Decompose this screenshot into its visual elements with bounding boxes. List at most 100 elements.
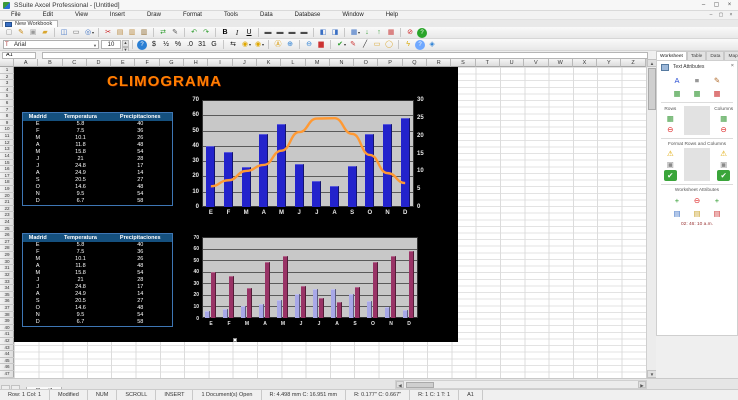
column-header-S[interactable]: S xyxy=(451,59,476,67)
row-header-47[interactable]: 47 xyxy=(0,371,14,378)
column-header-B[interactable]: B xyxy=(38,59,63,67)
row-header-34[interactable]: 34 xyxy=(0,285,14,292)
column-header-U[interactable]: U xyxy=(499,59,525,67)
column-header-T[interactable]: T xyxy=(475,59,500,67)
column-header-F[interactable]: F xyxy=(135,59,160,67)
column-header-M[interactable]: M xyxy=(305,59,330,67)
draw-rectangle-icon[interactable]: ▭ xyxy=(371,40,383,50)
column-header-L[interactable]: L xyxy=(281,59,306,67)
column-header-R[interactable]: R xyxy=(427,59,452,67)
side-tab-map[interactable]: Map xyxy=(724,51,738,60)
menu-window[interactable]: Window xyxy=(331,11,374,20)
row-header-14[interactable]: 14 xyxy=(0,153,14,160)
column-header-J[interactable]: J xyxy=(232,59,257,67)
row-header-37[interactable]: 37 xyxy=(0,305,14,312)
format-transfer-icon[interactable]: ⇄ xyxy=(157,28,169,38)
decimal-format-icon[interactable]: .0 xyxy=(184,40,196,50)
insert-column-icon[interactable]: ▦ xyxy=(717,113,730,124)
chart-icon[interactable]: ▆ xyxy=(315,40,327,50)
column-header-K[interactable]: K xyxy=(256,59,282,67)
row-header-40[interactable]: 40 xyxy=(0,325,14,332)
column-header-P[interactable]: P xyxy=(378,59,403,67)
mdi-minimize-icon[interactable]: – xyxy=(706,11,716,19)
row-header-12[interactable]: 12 xyxy=(0,140,14,147)
menu-data[interactable]: Data xyxy=(249,11,284,20)
column-warning-icon[interactable]: ⚠ xyxy=(717,148,730,159)
fit-width-icon[interactable]: ⇆ xyxy=(227,40,239,50)
help-icon[interactable]: ? xyxy=(417,27,428,38)
row-header-30[interactable]: 30 xyxy=(0,259,14,266)
column-header-D[interactable]: D xyxy=(86,59,112,67)
row-header-23[interactable]: 23 xyxy=(0,212,14,220)
mdi-close-icon[interactable]: × xyxy=(726,11,736,19)
menu-draw[interactable]: Draw xyxy=(136,11,172,20)
row-header-26[interactable]: 26 xyxy=(0,232,14,239)
table-insert-icon[interactable]: ▦ xyxy=(671,88,684,99)
row-header-41[interactable]: 41 xyxy=(0,331,14,338)
column-header-V[interactable]: V xyxy=(524,59,549,67)
cut-icon[interactable]: ✂ xyxy=(102,28,114,38)
font-size-input[interactable]: 10 xyxy=(101,40,121,49)
database-remove-icon[interactable]: ⊘ xyxy=(404,28,416,38)
menu-file[interactable]: File xyxy=(0,11,32,20)
menu-help[interactable]: Help xyxy=(375,11,409,20)
align-left-icon[interactable]: ▬ xyxy=(262,28,274,38)
font-attributes-icon[interactable]: A xyxy=(671,75,684,86)
row-header-29[interactable]: 29 xyxy=(0,252,14,259)
image-insert-icon[interactable]: ▤ xyxy=(671,208,684,219)
row-apply-icon[interactable]: ✔ xyxy=(663,170,677,181)
column-header-O[interactable]: O xyxy=(354,59,379,67)
row-header-6[interactable]: 6 xyxy=(0,100,14,107)
row-header-39[interactable]: 39 xyxy=(0,318,14,325)
row-header-28[interactable]: 28 xyxy=(0,245,14,253)
italic-icon[interactable]: I xyxy=(231,28,243,38)
column-header-A[interactable]: A xyxy=(14,59,39,67)
row-header-36[interactable]: 36 xyxy=(0,298,14,305)
edit-icon[interactable]: ✎ xyxy=(15,28,27,38)
underline-icon[interactable]: U xyxy=(243,28,255,38)
image-lock-icon[interactable]: ▤ xyxy=(691,208,704,219)
menu-insert[interactable]: Insert xyxy=(99,11,136,20)
side-tab-data[interactable]: Data xyxy=(706,51,725,60)
window-minimize-icon[interactable]: – xyxy=(697,0,710,10)
draw-ellipse-icon[interactable]: ◯ xyxy=(383,40,395,50)
select-all-corner[interactable] xyxy=(0,59,14,67)
print-preview-dropdown-icon[interactable]: ▾ xyxy=(92,30,94,35)
draw-lightning-icon[interactable]: ϟ xyxy=(402,40,414,50)
zoom-in-icon[interactable]: ⊕ xyxy=(284,40,296,50)
row-header-21[interactable]: 21 xyxy=(0,199,14,206)
general-format-icon[interactable]: G xyxy=(208,40,220,50)
column-header-C[interactable]: C xyxy=(62,59,87,67)
row-settings-icon[interactable]: ▣ xyxy=(664,159,677,170)
row-header-19[interactable]: 19 xyxy=(0,186,14,193)
spell-check-icon[interactable]: Ⓐ xyxy=(272,40,284,50)
row-header-2[interactable]: 2 xyxy=(0,74,14,81)
row-header-8[interactable]: 8 xyxy=(0,113,14,120)
font-name-select[interactable]: T Arial ▼ xyxy=(3,40,99,49)
scroll-right-icon[interactable]: ▶ xyxy=(638,381,646,388)
date-format-icon[interactable]: 31 xyxy=(196,40,208,50)
paragraph-attributes-icon[interactable]: ≡ xyxy=(691,75,704,86)
percent-format-icon[interactable]: % xyxy=(172,40,184,50)
row-header-33[interactable]: 33 xyxy=(0,279,14,286)
menu-format[interactable]: Format xyxy=(172,11,213,20)
column-header-I[interactable]: I xyxy=(208,59,233,67)
redo-icon[interactable]: ↷ xyxy=(200,28,212,38)
help-tip-icon[interactable]: ? xyxy=(137,39,147,50)
column-header-Z[interactable]: Z xyxy=(621,59,646,67)
cell-reference-box[interactable] xyxy=(2,51,36,59)
row-warning-icon[interactable]: ⚠ xyxy=(664,148,677,159)
sort-ascending-icon[interactable]: ↑ xyxy=(373,28,385,38)
remove-sheet-icon[interactable]: ⊖ xyxy=(691,195,704,206)
paste-icon[interactable]: ▥ xyxy=(126,28,138,38)
align-center-icon[interactable]: ▬ xyxy=(274,28,286,38)
draw-color-pencil-icon[interactable]: ✎ xyxy=(347,40,359,50)
align-justify-icon[interactable]: ▬ xyxy=(298,28,310,38)
row-header-10[interactable]: 10 xyxy=(0,126,14,134)
draw-line-icon[interactable]: ╱ xyxy=(359,40,371,50)
zoom-out-icon[interactable]: ⊖ xyxy=(303,40,315,50)
currency-coin-2-dropdown-icon[interactable]: ▾ xyxy=(262,42,264,47)
row-header-4[interactable]: 4 xyxy=(0,87,14,94)
copy-icon[interactable]: ▤ xyxy=(114,28,126,38)
copy-page-icon[interactable]: ▣ xyxy=(27,28,39,38)
